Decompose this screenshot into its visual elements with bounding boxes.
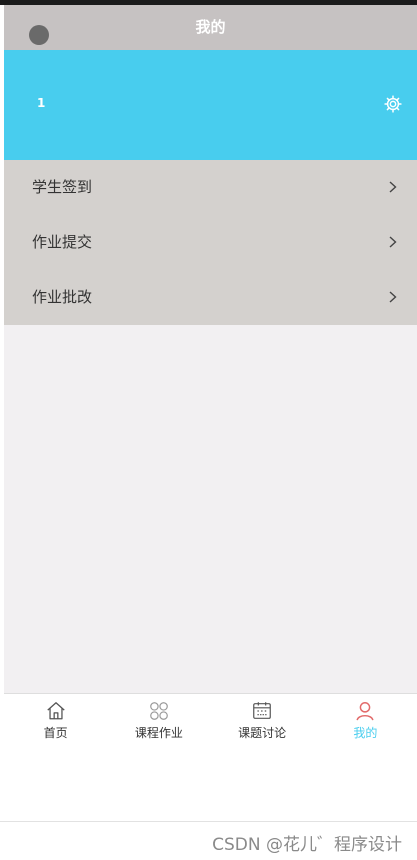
menu-item-label: 学生签到 — [32, 178, 93, 196]
nav-bar: 我的 — [4, 5, 417, 50]
page-title: 我的 — [195, 18, 226, 36]
watermark-text: CSDN @花儿゛程序设计 — [212, 835, 402, 855]
user-icon — [356, 702, 374, 721]
username: 1 — [37, 96, 46, 110]
tab-label: 我的 — [353, 726, 378, 740]
chevron-right-icon — [389, 181, 397, 193]
menu-item-homework-grade[interactable]: 作业批改 — [4, 270, 417, 325]
menu-list: 学生签到 作业提交 作业批改 — [4, 160, 417, 325]
profile-banner: 1 — [4, 50, 417, 160]
tab-label: 课题讨论 — [238, 726, 287, 740]
menu-item-homework-submit[interactable]: 作业提交 — [4, 215, 417, 270]
chevron-right-icon — [389, 236, 397, 248]
menu-item-label: 作业批改 — [32, 288, 93, 306]
menu-item-label: 作业提交 — [32, 233, 93, 251]
tab-topic-discussion[interactable]: 课题讨论 — [211, 694, 314, 743]
tab-label: 首页 — [43, 726, 68, 740]
chevron-right-icon — [389, 291, 397, 303]
tab-mine[interactable]: 我的 — [314, 694, 417, 743]
tab-course-homework[interactable]: 课程作业 — [107, 694, 210, 743]
footer-divider — [0, 821, 417, 822]
grid-icon — [150, 702, 168, 720]
tab-label: 课程作业 — [134, 726, 183, 740]
tab-home[interactable]: 首页 — [4, 694, 107, 743]
home-icon — [46, 702, 65, 720]
tab-bar: 首页 课程作业 课题讨论 我的 — [4, 693, 417, 743]
calendar-icon — [253, 702, 271, 719]
gear-icon[interactable] — [383, 94, 403, 114]
menu-item-student-signin[interactable]: 学生签到 — [4, 160, 417, 215]
phone-screen: 我的 1 学生签到 作业提交 作业批改 首页 课程作业 课题讨论 我的 — [4, 5, 417, 743]
